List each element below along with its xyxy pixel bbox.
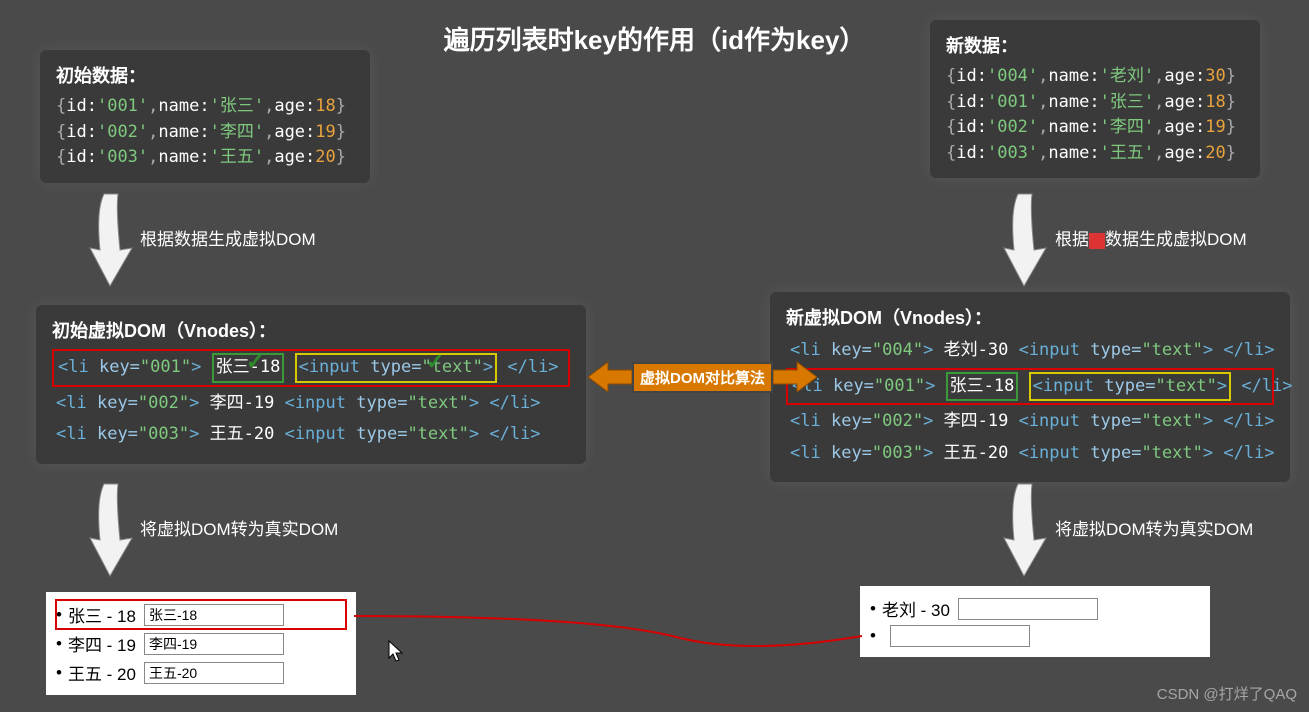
- cursor-icon: [388, 640, 404, 667]
- red-square-icon: [1089, 233, 1105, 249]
- checkmark-icon: ✓: [426, 349, 444, 375]
- vdom-line: <li key="002"> 李四-19 <input type="text">…: [786, 407, 1274, 437]
- list-item: 王五 - 20: [56, 658, 346, 687]
- list-item-label: 张三 - 18: [68, 602, 136, 627]
- vdom-line: <li key="001"> 张三-18 <input type="text">…: [52, 349, 570, 387]
- arrow-down-icon: [1000, 480, 1050, 580]
- list-item: 李四 - 19: [56, 629, 346, 658]
- red-connector-line: [350, 600, 870, 650]
- data-record: {id:'003',name:'王五',age:20}: [56, 145, 354, 171]
- vdom-line: <li key="003"> 王五-20 <input type="text">…: [52, 420, 570, 450]
- list-item: 老刘 - 30: [870, 594, 1200, 623]
- left-vdom-title: 初始虚拟DOM（Vnodes）：: [52, 317, 570, 343]
- vdom-line: <li key="003"> 王五-20 <input type="text">…: [786, 439, 1274, 469]
- right-data-title: 新数据：: [946, 32, 1244, 58]
- diff-arrow: 虚拟DOM对比算法: [588, 360, 817, 394]
- list-item-label: 王五 - 20: [68, 660, 136, 685]
- arrow-down-icon: [86, 190, 136, 290]
- list-item: 张三 - 18: [56, 600, 346, 629]
- vdom-line: <li key="002"> 李四-19 <input type="text">…: [52, 389, 570, 419]
- watermark: CSDN @打烊了QAQ: [1157, 683, 1297, 704]
- right-real-dom: 老刘 - 30: [860, 586, 1210, 657]
- arrow-left-icon: [588, 360, 632, 394]
- list-item-input[interactable]: [144, 604, 284, 626]
- list-item-input[interactable]: [144, 662, 284, 684]
- data-record: {id:'002',name:'李四',age:19}: [56, 120, 354, 146]
- left-vdom-panel: 初始虚拟DOM（Vnodes）： <li key="001"> 张三-18 <i…: [36, 305, 586, 464]
- right-step1-label: 根据数据生成虚拟DOM: [1055, 225, 1247, 250]
- arrow-right-icon: [773, 360, 817, 394]
- left-data-title: 初始数据：: [56, 62, 354, 88]
- checkmark-icon: ✓: [246, 349, 264, 375]
- data-record: {id:'002',name:'李四',age:19}: [946, 115, 1244, 141]
- data-record: {id:'003',name:'王五',age:20}: [946, 141, 1244, 167]
- arrow-down-icon: [86, 480, 136, 580]
- page-title: 遍历列表时key的作用（id作为key）: [444, 20, 866, 57]
- left-data-panel: 初始数据： {id:'001',name:'张三',age:18}{id:'00…: [40, 50, 370, 183]
- right-vdom-title: 新虚拟DOM（Vnodes）：: [786, 304, 1274, 330]
- left-step2-label: 将虚拟DOM转为真实DOM: [140, 515, 338, 540]
- right-data-panel: 新数据： {id:'004',name:'老刘',age:30}{id:'001…: [930, 20, 1260, 178]
- left-real-dom: 张三 - 18 李四 - 19 王五 - 20: [46, 592, 356, 695]
- data-record: {id:'004',name:'老刘',age:30}: [946, 64, 1244, 90]
- data-record: {id:'001',name:'张三',age:18}: [946, 90, 1244, 116]
- right-step2-label: 将虚拟DOM转为真实DOM: [1055, 515, 1253, 540]
- list-item: [870, 623, 1200, 649]
- list-item-input[interactable]: [890, 625, 1030, 647]
- vdom-line: <li key="001"> 张三-18 <input type="text">…: [786, 368, 1274, 406]
- vdom-line: <li key="004"> 老刘-30 <input type="text">…: [786, 336, 1274, 366]
- list-item-label: 老刘 - 30: [882, 596, 950, 621]
- list-item-label: 李四 - 19: [68, 631, 136, 656]
- left-step1-label: 根据数据生成虚拟DOM: [140, 225, 316, 250]
- data-record: {id:'001',name:'张三',age:18}: [56, 94, 354, 120]
- right-vdom-panel: 新虚拟DOM（Vnodes）： <li key="004"> 老刘-30 <in…: [770, 292, 1290, 482]
- arrow-down-icon: [1000, 190, 1050, 290]
- diff-label: 虚拟DOM对比算法: [632, 362, 773, 393]
- list-item-input[interactable]: [144, 633, 284, 655]
- list-item-input[interactable]: [958, 598, 1098, 620]
